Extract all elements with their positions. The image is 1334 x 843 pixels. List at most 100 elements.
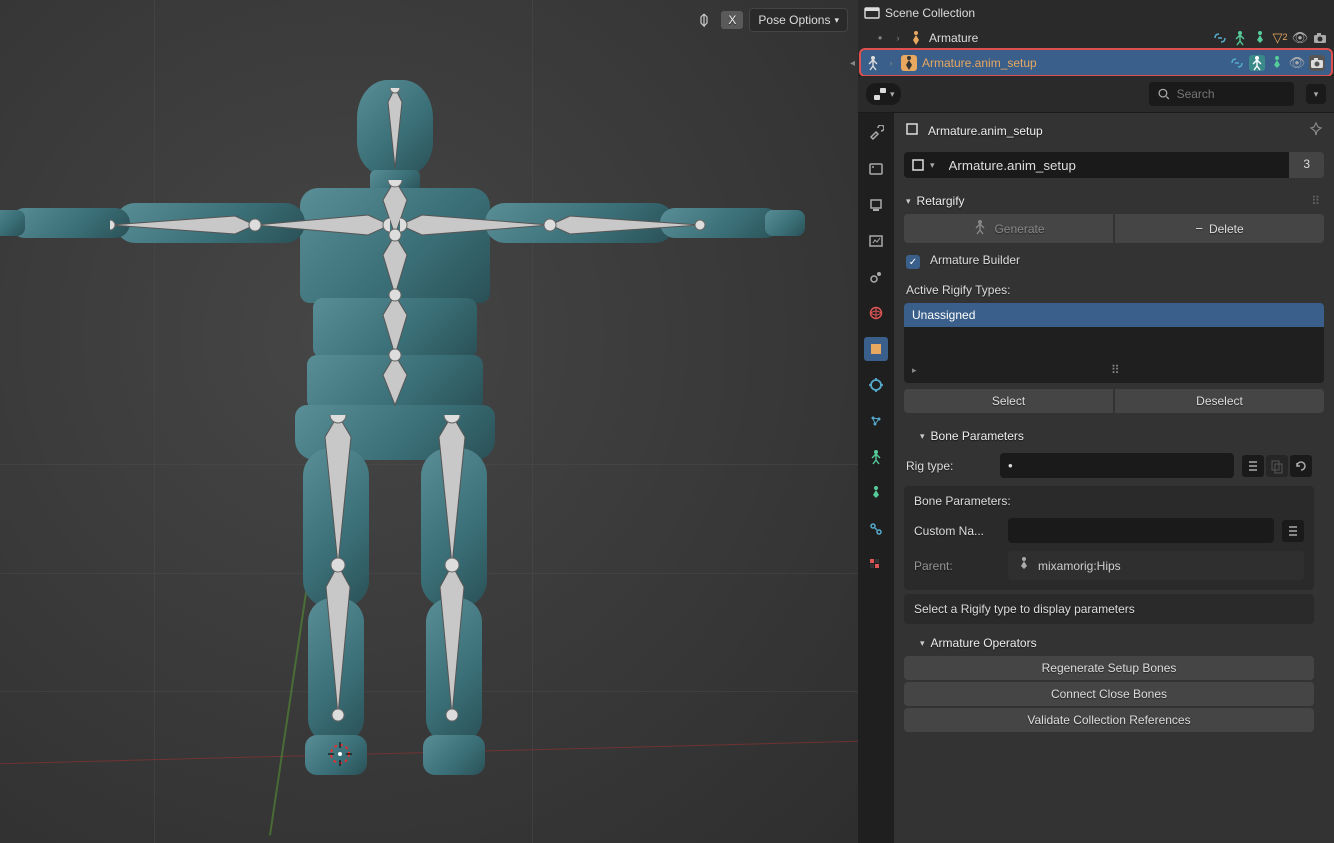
object-name-input[interactable] [941,152,1290,178]
rigify-types-list[interactable]: Unassigned ▸ ⠿ [904,303,1324,383]
eye-icon[interactable]: 👁 [1289,55,1305,71]
resize-handle-icon[interactable]: ⠿ [1111,363,1122,377]
chevron-right-icon[interactable]: › [886,58,896,68]
bone-parameters-label: Bone Parameters: [912,492,1306,514]
viewport-canvas[interactable] [0,0,858,843]
tab-object[interactable] [864,337,888,361]
armature-icon [972,219,988,238]
properties-tabs [858,113,894,843]
tab-tool[interactable] [864,121,888,145]
chevron-right-icon[interactable]: › [893,33,903,43]
tab-scene[interactable] [864,265,888,289]
custom-name-input[interactable] [1008,518,1274,543]
tab-data[interactable] [864,517,888,541]
outliner-item-armature[interactable]: • › Armature ▽2 👁 [858,25,1334,50]
deselect-button[interactable]: Deselect [1115,389,1324,413]
tab-view-layer[interactable] [864,229,888,253]
3d-cursor-icon [328,742,352,766]
pose-mode-icon[interactable] [1249,55,1265,71]
datablock-selector[interactable]: ▾ [904,152,941,178]
rigify-hint: Select a Rigify type to display paramete… [904,594,1314,624]
bone-icon[interactable] [1252,30,1268,46]
section-title: Bone Parameters [931,429,1024,443]
mesh-icon[interactable]: ▽2 [1272,30,1288,46]
tab-particles[interactable] [864,409,888,433]
pin-icon[interactable] [1308,121,1324,140]
connect-bones-button[interactable]: Connect Close Bones [904,682,1314,706]
chevron-down-icon: ▾ [920,638,925,649]
rig-type-input[interactable] [1000,453,1234,478]
custom-name-label: Custom Na... [914,524,1000,538]
bone-icon [1016,556,1032,575]
section-title: Retargify [917,194,965,208]
camera-icon[interactable] [1309,55,1325,71]
collection-icon [864,5,880,21]
display-mode-selector[interactable]: ▾ [866,83,901,105]
scene-collection-row[interactable]: Scene Collection [858,0,1334,25]
chevron-down-icon: ▾ [920,431,925,442]
outliner-item-label: Armature [929,31,1207,45]
chevron-down-icon: ▾ [906,196,911,207]
camera-icon[interactable] [1312,30,1328,46]
link-icon[interactable] [1229,55,1245,71]
armature-builder-label: Armature Builder [928,251,1022,273]
butterfly-mirror-icon[interactable] [693,9,715,31]
search-input[interactable] [1149,82,1294,106]
link-icon[interactable] [1212,30,1228,46]
parent-field[interactable]: mixamorig:Hips [1008,551,1304,580]
object-icon [901,55,917,71]
character-mesh[interactable] [55,70,755,790]
pose-icon[interactable] [1232,30,1248,46]
refresh-icon[interactable] [1290,455,1312,477]
outliner-item-armature-anim-setup[interactable]: › Armature.anim_setup 👁 [861,50,1331,75]
eye-icon[interactable]: 👁 [1292,30,1308,46]
active-rigify-types-label: Active Rigify Types: [904,281,1324,303]
expand-icon[interactable]: ▸ [912,365,917,376]
bone-icon[interactable] [1269,55,1285,71]
chevron-down-icon: ▾ [834,15,839,26]
tab-constraints[interactable] [864,481,888,505]
object-icon [904,121,920,140]
minus-icon: − [1195,221,1203,236]
viewport-3d[interactable]: X Pose Options ▾ ◂ [0,0,858,843]
scene-collection-label: Scene Collection [885,6,1328,20]
armature-operators-header[interactable]: ▾ Armature Operators [904,630,1314,656]
select-button[interactable]: Select [904,389,1113,413]
mirror-x-badge[interactable]: X [721,11,743,29]
parent-label: Parent: [914,559,1000,573]
tab-output[interactable] [864,193,888,217]
tab-physics[interactable] [864,445,888,469]
tab-world[interactable] [864,301,888,325]
tab-material[interactable] [864,553,888,577]
section-title: Armature Operators [931,636,1037,650]
user-count[interactable]: 3 [1289,152,1324,178]
retargify-header[interactable]: ▾ Retargify ⠿ [904,188,1324,214]
search-field[interactable] [1177,87,1286,101]
armature-builder-checkbox[interactable]: ✓ [906,255,920,269]
chevron-down-icon: ▾ [890,89,895,100]
options-dropdown[interactable]: ▾ [1306,84,1326,104]
search-icon [1157,86,1171,102]
breadcrumb-name: Armature.anim_setup [928,124,1043,138]
armature-icon [908,30,924,46]
drag-handle-icon[interactable]: ⠿ [1311,194,1322,208]
outliner-item-label: Armature.anim_setup [922,56,1224,70]
delete-button[interactable]: − Delete [1115,214,1324,243]
panel-expand-handle[interactable]: ◂ [850,58,855,69]
regenerate-button[interactable]: Regenerate Setup Bones [904,656,1314,680]
tab-modifiers[interactable] [864,373,888,397]
validate-button[interactable]: Validate Collection References [904,708,1314,732]
armature-data-icon [865,55,881,71]
bone-parameters-header[interactable]: ▾ Bone Parameters [904,423,1314,449]
list-item[interactable]: Unassigned [904,303,1324,327]
copy-icon[interactable] [1266,455,1288,477]
outliner[interactable]: Scene Collection • › Armature ▽2 👁 › [858,0,1334,76]
rig-type-label: Rig type: [906,459,992,473]
dot-icon: • [878,31,888,45]
pose-options-dropdown[interactable]: Pose Options ▾ [749,8,848,32]
assign-icon[interactable] [1282,520,1304,542]
assign-rig-type-icon[interactable] [1242,455,1264,477]
generate-button[interactable]: Generate [904,214,1113,243]
tab-render[interactable] [864,157,888,181]
parent-value: mixamorig:Hips [1038,559,1121,573]
